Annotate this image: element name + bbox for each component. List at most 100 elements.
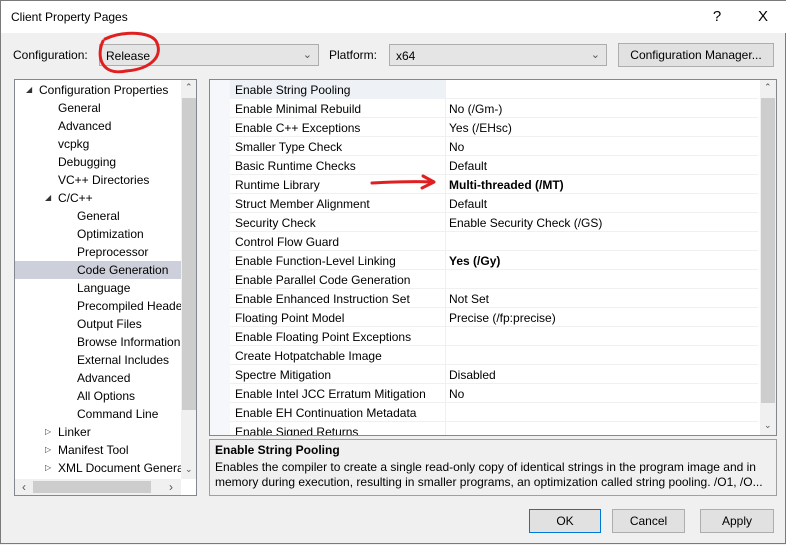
close-icon[interactable]: X xyxy=(743,5,783,29)
property-row[interactable]: Enable Parallel Code Generation xyxy=(230,270,758,289)
configuration-dropdown[interactable]: Release ⌄ xyxy=(99,44,319,66)
grid-vertical-scrollbar[interactable]: ⌃ ⌄ xyxy=(760,80,776,435)
property-row[interactable]: Floating Point Model Precise (/fp:precise… xyxy=(230,308,758,327)
property-row[interactable]: Enable String Pooling xyxy=(230,80,758,99)
tree-item[interactable]: General xyxy=(15,99,181,117)
property-value[interactable]: Enable Security Check (/GS) xyxy=(449,216,602,230)
scrollbar-thumb[interactable] xyxy=(33,481,151,493)
tree-horizontal-scrollbar[interactable]: ‹ › xyxy=(15,479,181,495)
tree-item[interactable]: Command Line xyxy=(15,405,181,423)
tree-item[interactable]: Preprocessor xyxy=(15,243,181,261)
tree-item[interactable]: Debugging xyxy=(15,153,181,171)
scroll-right-icon[interactable]: › xyxy=(169,480,173,494)
tree-item[interactable]: Advanced xyxy=(15,117,181,135)
property-row[interactable]: Spectre Mitigation Disabled xyxy=(230,365,758,384)
property-value[interactable]: No xyxy=(449,140,464,154)
property-name: Spectre Mitigation xyxy=(235,368,332,382)
scroll-up-icon[interactable]: ⌃ xyxy=(185,82,193,93)
property-row[interactable]: Enable Enhanced Instruction Set Not Set xyxy=(230,289,758,308)
tree-item[interactable]: ◢ C/C++ xyxy=(15,189,181,207)
scroll-down-icon[interactable]: ⌄ xyxy=(185,464,193,475)
tree-item[interactable]: ◢ Configuration Properties xyxy=(15,81,181,99)
column-divider xyxy=(445,422,446,435)
property-value[interactable]: Default xyxy=(449,159,487,173)
property-row[interactable]: Enable Intel JCC Erratum Mitigation No xyxy=(230,384,758,403)
collapsed-arrow-icon[interactable]: ▷ xyxy=(45,441,51,459)
column-divider xyxy=(445,365,446,384)
expanded-arrow-icon[interactable]: ◢ xyxy=(45,189,51,207)
cancel-button[interactable]: Cancel xyxy=(612,509,685,533)
tree-item[interactable]: All Options xyxy=(15,387,181,405)
property-value[interactable]: Not Set xyxy=(449,292,489,306)
collapsed-arrow-icon[interactable]: ▷ xyxy=(45,459,51,477)
property-row[interactable]: Enable Floating Point Exceptions xyxy=(230,327,758,346)
scrollbar-thumb[interactable] xyxy=(182,98,196,410)
tree-item[interactable]: External Includes xyxy=(15,351,181,369)
property-row[interactable]: Enable Minimal Rebuild No (/Gm-) xyxy=(230,99,758,118)
tree-item-label: External Includes xyxy=(77,353,170,367)
platform-dropdown[interactable]: x64 ⌄ xyxy=(389,44,607,66)
property-value[interactable]: No (/Gm-) xyxy=(449,102,502,116)
property-name: Security Check xyxy=(235,216,316,230)
window-title: Client Property Pages xyxy=(11,10,128,24)
scroll-down-icon[interactable]: ⌄ xyxy=(764,420,772,431)
property-row[interactable]: Struct Member Alignment Default xyxy=(230,194,758,213)
property-row[interactable]: Create Hotpatchable Image xyxy=(230,346,758,365)
configuration-manager-button[interactable]: Configuration Manager... xyxy=(618,43,774,67)
property-row[interactable]: Basic Runtime Checks Default xyxy=(230,156,758,175)
column-divider xyxy=(445,175,446,194)
collapsed-arrow-icon[interactable]: ▷ xyxy=(45,423,51,441)
property-value[interactable]: Yes (/Gy) xyxy=(449,254,500,268)
property-row[interactable]: Runtime Library Multi-threaded (/MT) xyxy=(230,175,758,194)
column-divider xyxy=(445,137,446,156)
tree-item[interactable]: ▷ Manifest Tool xyxy=(15,441,181,459)
tree-item-label: Optimization xyxy=(77,227,144,241)
column-divider xyxy=(445,213,446,232)
scrollbar-thumb[interactable] xyxy=(761,98,775,403)
property-value[interactable]: No xyxy=(449,387,464,401)
help-icon[interactable]: ? xyxy=(697,5,737,29)
tree-item-label: All Options xyxy=(77,389,136,403)
tree-item-label: General xyxy=(58,101,101,115)
tree-item[interactable]: vcpkg xyxy=(15,135,181,153)
tree-item[interactable]: ▷ Linker xyxy=(15,423,181,441)
property-name: Enable Parallel Code Generation xyxy=(235,273,411,287)
tree-item[interactable]: Output Files xyxy=(15,315,181,333)
property-row[interactable]: Enable Function-Level Linking Yes (/Gy) xyxy=(230,251,758,270)
tree-item[interactable]: Code Generation xyxy=(15,261,181,279)
property-row[interactable]: Security Check Enable Security Check (/GS… xyxy=(230,213,758,232)
tree-item[interactable]: ▷ XML Document Generator xyxy=(15,459,181,477)
property-value[interactable]: Default xyxy=(449,197,487,211)
tree-item[interactable]: VC++ Directories xyxy=(15,171,181,189)
property-row[interactable]: Enable Signed Returns xyxy=(230,422,758,435)
ok-button[interactable]: OK xyxy=(529,509,601,533)
property-value[interactable]: Precise (/fp:precise) xyxy=(449,311,556,325)
scroll-left-icon[interactable]: ‹ xyxy=(22,480,26,494)
property-value[interactable]: Disabled xyxy=(449,368,496,382)
expanded-arrow-icon[interactable]: ◢ xyxy=(26,81,32,99)
tree-item[interactable]: Browse Information xyxy=(15,333,181,351)
apply-button[interactable]: Apply xyxy=(700,509,774,533)
tree-item-label: Advanced xyxy=(77,371,131,385)
tree-item[interactable]: Precompiled Headers xyxy=(15,297,181,315)
property-row[interactable]: Enable EH Continuation Metadata xyxy=(230,403,758,422)
tree-item[interactable]: Language xyxy=(15,279,181,297)
scroll-up-icon[interactable]: ⌃ xyxy=(764,82,772,93)
tree-item[interactable]: Optimization xyxy=(15,225,181,243)
property-row[interactable]: Control Flow Guard xyxy=(230,232,758,251)
property-name: Enable Function-Level Linking xyxy=(235,254,396,268)
property-value[interactable]: Yes (/EHsc) xyxy=(449,121,512,135)
column-divider xyxy=(445,156,446,175)
description-text: Enables the compiler to create a single … xyxy=(215,460,763,489)
property-name: Basic Runtime Checks xyxy=(235,159,356,173)
tree-item[interactable]: Advanced xyxy=(15,369,181,387)
tree-item-label: Language xyxy=(77,281,131,295)
tree-item[interactable]: General xyxy=(15,207,181,225)
property-row[interactable]: Smaller Type Check No xyxy=(230,137,758,156)
property-row[interactable]: Enable C++ Exceptions Yes (/EHsc) xyxy=(230,118,758,137)
tree-item-label: Code Generation xyxy=(77,263,169,277)
property-value[interactable]: Multi-threaded (/MT) xyxy=(449,178,564,192)
tree-item-label: XML Document Generator xyxy=(58,461,181,475)
property-name: Floating Point Model xyxy=(235,311,345,325)
tree-vertical-scrollbar[interactable]: ⌃ ⌄ xyxy=(181,80,196,479)
